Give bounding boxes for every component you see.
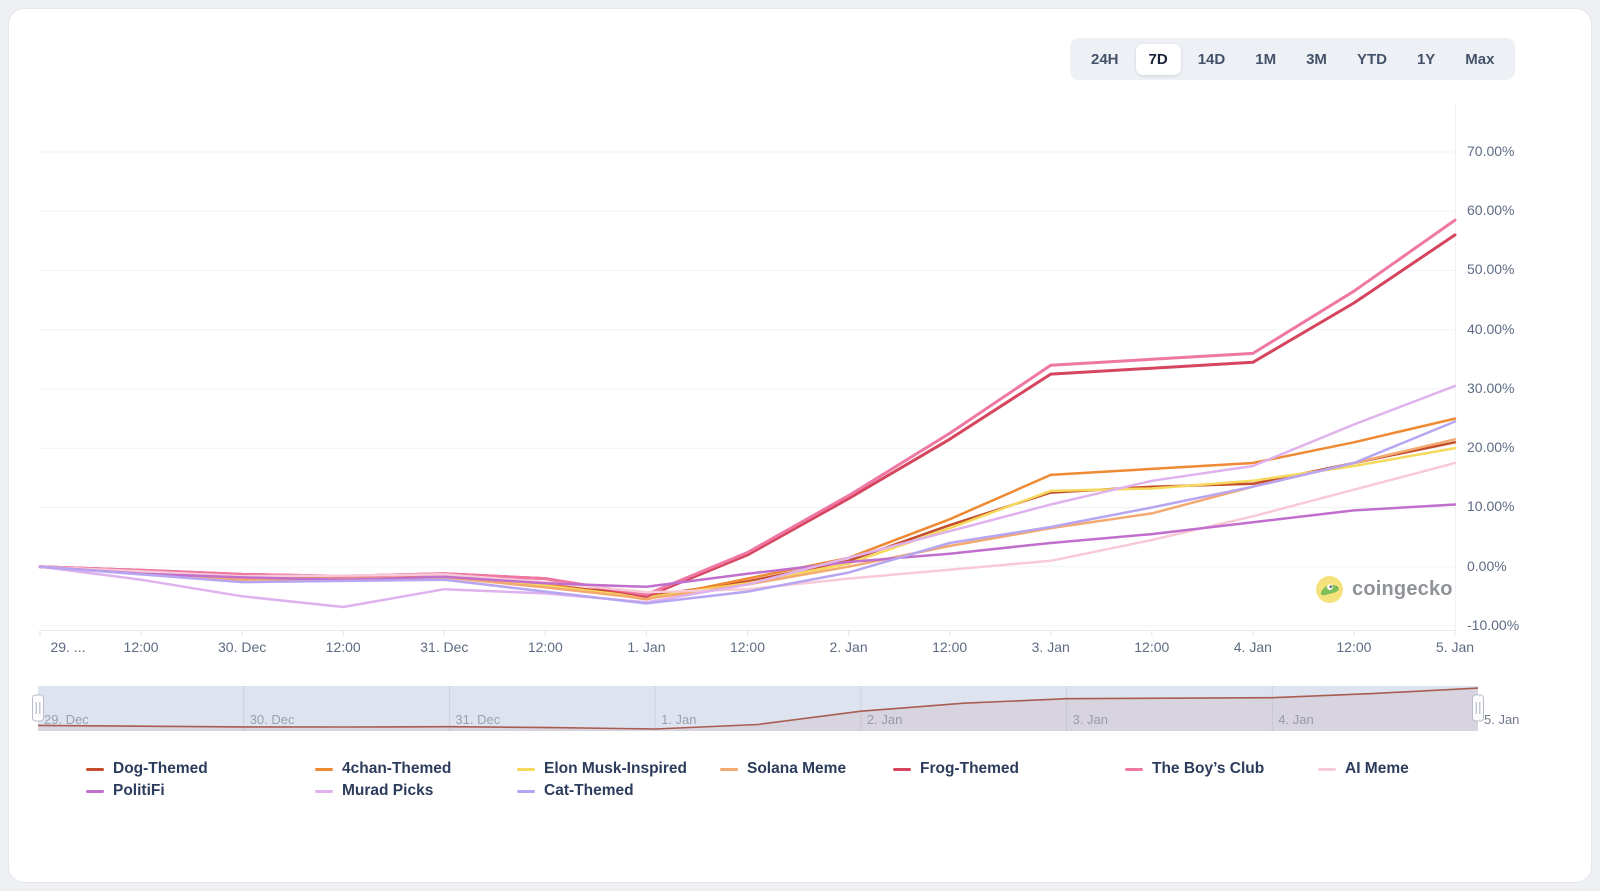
legend-item-the-boy-s-club[interactable]: The Boy’s Club (1125, 759, 1264, 779)
legend-dash-icon (1318, 767, 1336, 771)
x-axis-label: 3. Jan (1031, 639, 1070, 655)
x-axis-label: 12:00 (123, 639, 159, 655)
legend-label: Solana Meme (747, 760, 847, 777)
x-axis-label: 12:00 (325, 639, 361, 655)
x-axis-label: 12:00 (729, 639, 765, 655)
y-axis-label: -10.00% (1467, 616, 1520, 633)
x-axis-label: 5. Jan (1435, 639, 1475, 655)
legend-item-frog-themed[interactable]: Frog-Themed (893, 759, 1019, 779)
legend-item-dog-themed[interactable]: Dog-Themed (86, 759, 208, 779)
legend-item-cat-themed[interactable]: Cat-Themed (517, 781, 634, 801)
x-axis-label: 30. Dec (218, 639, 267, 655)
y-axis-label: 40.00% (1467, 320, 1515, 337)
x-axis-label: 12:00 (932, 639, 968, 655)
y-axis-label: 30.00% (1467, 379, 1515, 396)
range-button-ytd[interactable]: YTD (1344, 44, 1400, 75)
legend-dash-icon (86, 767, 104, 771)
y-axis-label: 0.00% (1467, 557, 1507, 574)
x-axis: 29. ... 12:00 30. Dec 12:00 31. Dec 12:00 1. J… (0, 639, 1600, 659)
legend-label: The Boy’s Club (1152, 760, 1265, 777)
legend-label: AI Meme (1345, 760, 1409, 777)
x-axis-label: 2. Jan (829, 639, 868, 655)
coingecko-watermark[interactable]: coingecko (1316, 576, 1453, 603)
legend-label: Murad Picks (342, 782, 434, 799)
x-axis-label: 4. Jan (1233, 639, 1272, 655)
legend-item-ai-meme[interactable]: AI Meme (1318, 759, 1409, 779)
legend-item-politifi[interactable]: PolitiFi (86, 781, 165, 801)
page: 29. Dec 30. Dec 31. Dec 1. Jan 2. Jan 3. Jan 4… (0, 0, 1600, 891)
coingecko-gecko-icon (1316, 576, 1343, 603)
legend-dash-icon (517, 767, 535, 771)
y-axis-label: 10.00% (1467, 498, 1515, 515)
y-axis-label: 50.00% (1467, 261, 1515, 278)
legend-label: Frog-Themed (920, 760, 1020, 777)
y-axis-label: 70.00% (1467, 142, 1515, 159)
legend-dash-icon (893, 767, 911, 771)
chart-card (8, 8, 1592, 883)
legend-dash-icon (1125, 767, 1143, 771)
range-button-14d[interactable]: 14D (1185, 44, 1239, 75)
legend-item-elon-musk-inspired[interactable]: Elon Musk-Inspired (517, 759, 687, 779)
coingecko-brand-text: coingecko (1352, 578, 1453, 600)
range-button-24h[interactable]: 24H (1078, 44, 1132, 75)
range-button-max[interactable]: Max (1452, 44, 1507, 75)
x-axis-label: 31. Dec (420, 639, 469, 655)
legend-item-solana-meme[interactable]: Solana Meme (720, 759, 846, 779)
range-button-3m[interactable]: 3M (1293, 44, 1340, 75)
legend-label: Cat-Themed (544, 782, 634, 799)
legend-dash-icon (315, 767, 333, 771)
y-axis-label: 20.00% (1467, 439, 1515, 456)
legend-item-murad-picks[interactable]: Murad Picks (315, 781, 433, 801)
y-axis-label: 60.00% (1467, 202, 1515, 219)
legend-label: Dog-Themed (113, 760, 208, 777)
time-range-selector: 24H 7D 14D 1M 3M YTD 1Y Max (1070, 38, 1516, 80)
range-button-1y[interactable]: 1Y (1404, 44, 1448, 75)
legend-label: Elon Musk-Inspired (544, 760, 687, 777)
legend-label: PolitiFi (113, 782, 165, 799)
legend-item-4chan-themed[interactable]: 4chan-Themed (315, 759, 451, 779)
legend-dash-icon (86, 789, 104, 793)
legend-dash-icon (517, 789, 535, 793)
range-button-7d[interactable]: 7D (1135, 43, 1181, 75)
x-axis-label: 12:00 (527, 639, 563, 655)
legend-label: 4chan-Themed (342, 760, 452, 777)
range-button-1m[interactable]: 1M (1242, 44, 1289, 75)
x-axis-label: 1. Jan (627, 639, 666, 655)
legend-dash-icon (315, 789, 333, 793)
x-axis-label: 12:00 (1336, 639, 1372, 655)
legend-dash-icon (720, 767, 738, 771)
x-axis-label: 12:00 (1134, 639, 1170, 655)
